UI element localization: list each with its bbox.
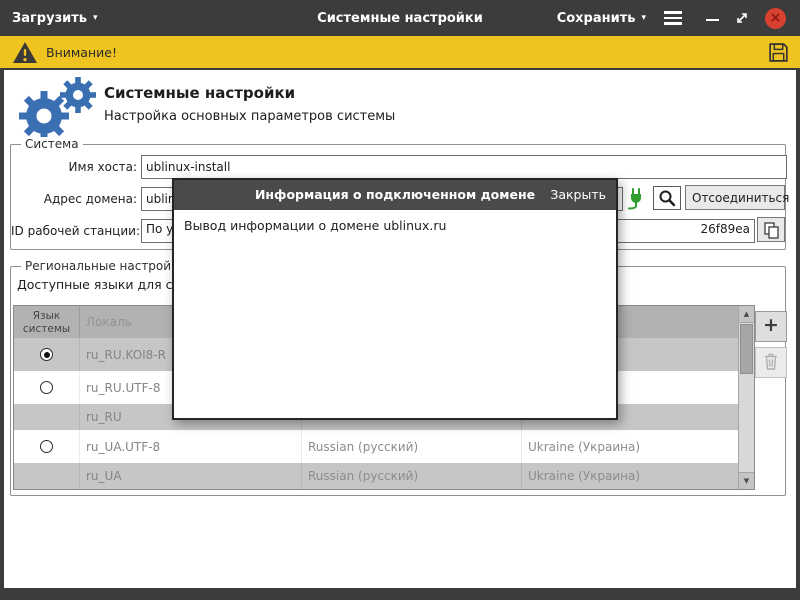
hostname-label: Имя хоста: — [11, 160, 137, 174]
locale-cell: ru_UA.UTF-8 — [80, 430, 302, 463]
add-locale-button[interactable]: + — [755, 311, 787, 342]
locale-radio[interactable] — [40, 440, 53, 453]
scrollbar-thumb[interactable] — [740, 324, 753, 374]
plug-icon[interactable] — [623, 186, 649, 210]
load-button[interactable]: Загрузить ▾ — [12, 11, 98, 26]
regional-group-legend: Региональные настройки — [21, 259, 190, 273]
quick-save-icon[interactable] — [767, 41, 790, 64]
locale-radio[interactable] — [40, 348, 53, 361]
caret-down-icon: ▾ — [93, 14, 98, 23]
domain-info-dialog: Информация о подключенном домене Закрыть… — [172, 178, 618, 420]
minimize-icon[interactable] — [706, 19, 719, 22]
delete-locale-button[interactable] — [755, 347, 787, 378]
country-cell: Ukraine (Украина) — [522, 463, 738, 489]
warning-bar: Внимание! — [0, 36, 800, 70]
dialog-titlebar: Информация о подключенном домене Закрыть — [174, 180, 616, 210]
trash-icon — [763, 352, 779, 374]
locale-row[interactable]: ru_UA.UTF-8 Russian (русский) Ukraine (У… — [14, 430, 754, 463]
disconnect-button[interactable]: Отсоединиться — [685, 185, 785, 210]
window-titlebar: Загрузить ▾ Системные настройки Сохранит… — [0, 0, 800, 36]
locale-cell: ru_UA — [80, 463, 302, 489]
gears-icon — [12, 76, 104, 146]
warning-icon — [12, 41, 38, 64]
close-icon[interactable]: × — [765, 8, 786, 29]
save-button-label: Сохранить — [557, 11, 636, 26]
scroll-up-icon[interactable]: ▲ — [739, 306, 754, 323]
load-button-label: Загрузить — [12, 11, 87, 26]
save-button[interactable]: Сохранить ▾ — [557, 11, 646, 26]
locale-row[interactable]: ru_UA Russian (русский) Ukraine (Украина… — [14, 463, 754, 489]
caret-down-icon: ▾ — [641, 14, 646, 23]
scroll-down-icon[interactable]: ▼ — [739, 472, 754, 489]
titlebar-actions: Сохранить ▾ × — [557, 8, 786, 29]
header-system-language: Язык системы — [14, 306, 80, 338]
language-cell: Russian (русский) — [302, 430, 522, 463]
table-scrollbar: ▲ ▼ — [738, 306, 754, 489]
dialog-close-button[interactable]: Закрыть — [550, 180, 606, 210]
page-title: Системные настройки — [104, 84, 295, 102]
resize-icon[interactable] — [735, 11, 749, 25]
languages-caption: Доступные языки для сист — [17, 277, 195, 292]
copy-icon[interactable] — [757, 217, 785, 242]
menu-icon[interactable] — [662, 9, 684, 27]
language-cell: Russian (русский) — [302, 463, 522, 489]
system-group-legend: Система — [21, 137, 83, 151]
locale-radio[interactable] — [40, 381, 53, 394]
station-id-label: ID рабочей станции: — [11, 224, 137, 238]
country-cell: Ukraine (Украина) — [522, 430, 738, 463]
search-icon[interactable] — [653, 186, 681, 210]
dialog-body-text: Вывод информации о домене ublinux.ru — [174, 210, 616, 418]
warning-text: Внимание! — [46, 45, 117, 60]
hostname-input[interactable] — [141, 155, 787, 179]
station-id-value-end: 26f89ea — [701, 222, 751, 236]
domain-label: Адрес домена: — [11, 192, 137, 206]
page-subtitle: Настройка основных параметров системы — [104, 109, 395, 124]
